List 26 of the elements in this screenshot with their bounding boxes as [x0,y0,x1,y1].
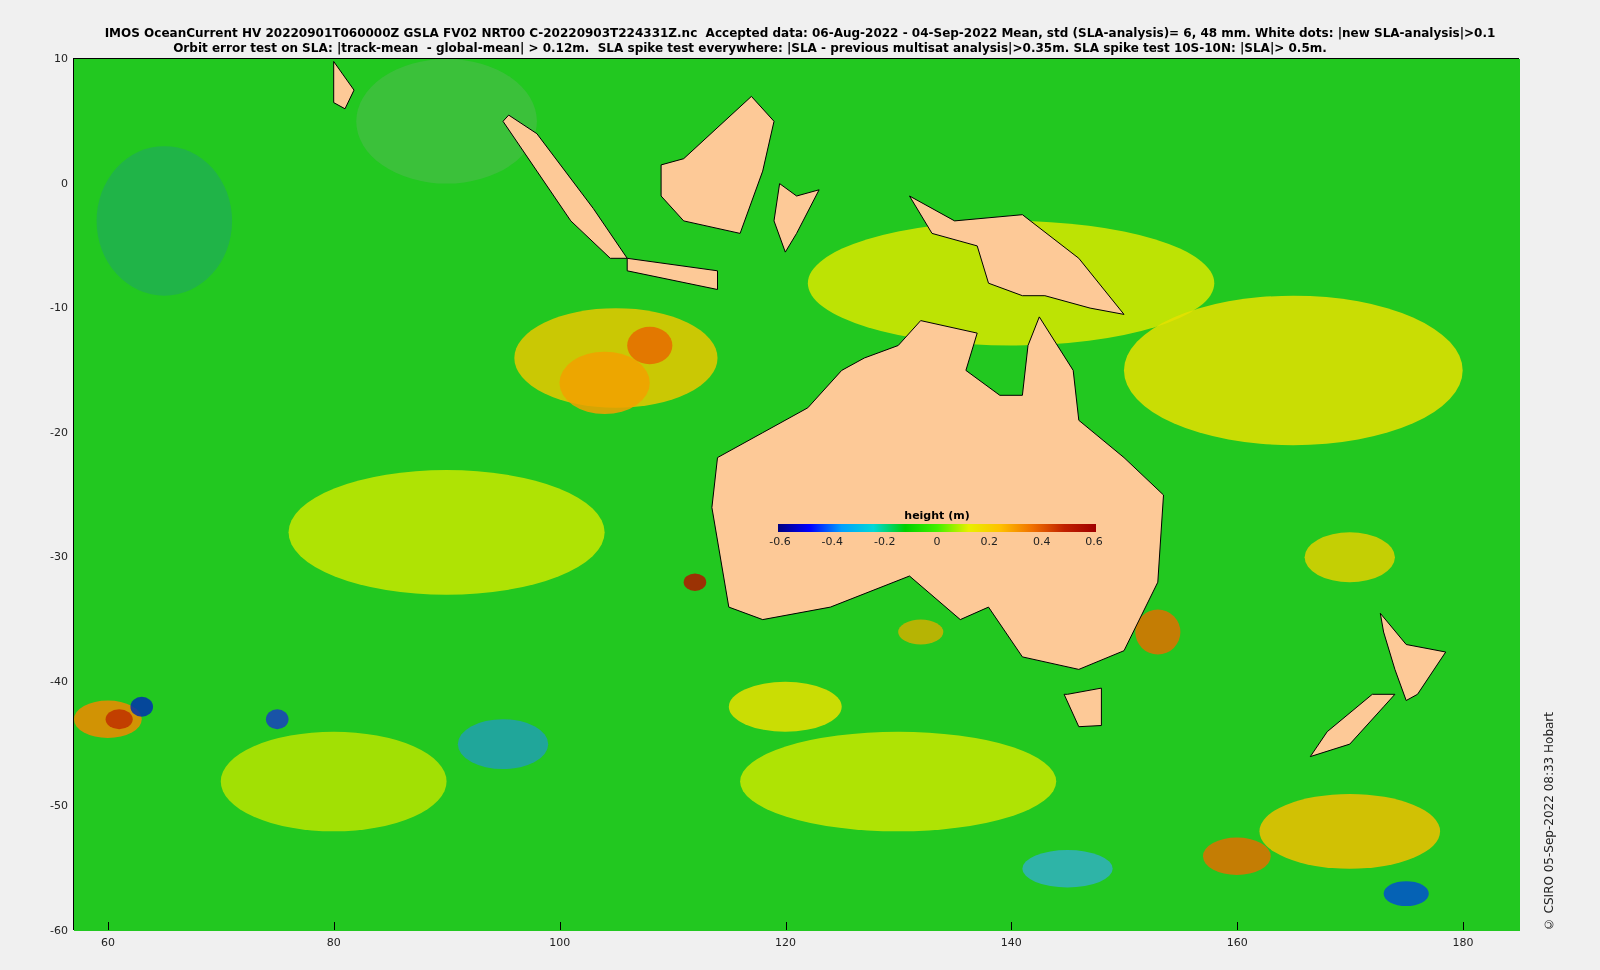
x-axis-tick-label: 80 [326,935,341,951]
y-axis-tick-label: -60 [49,922,68,939]
y-axis-tick-label: -10 [49,299,68,316]
copyright-credit: © CSIRO 05-Sep-2022 08:33 Hobart [1541,712,1557,932]
y-axis-tick-label: 0 [60,175,68,192]
x-axis-tick-label: 120 [775,935,796,951]
y-axis-tick-label: -50 [49,798,68,815]
colorbar-tick-label: 0 [933,534,941,550]
colorbar-label: height (m) [904,509,970,522]
y-axis-tick-label: -40 [49,673,68,690]
y-axis-tick-label: -30 [49,549,68,566]
x-axis-tick-label: 100 [549,935,571,951]
plot-title: Orbit error test on SLA: |track-mean - global-mean| > 0.12m. SLA spike test everywhere: |SLA - previous multisat analysis|>0.35m. SLA spike test 10S-10N: |SLA|> 0.5m. [173,41,1327,56]
colorbar-tick-label: 0.4 [1032,534,1051,550]
x-axis-tick-label: 180 [1452,935,1474,951]
x-axis-tick-label: 160 [1226,935,1248,951]
x-axis-tick-label: 60 [101,935,115,951]
colorbar-tick-label: -0.6 [769,534,791,550]
plot-title: IMOS OceanCurrent HV 20220901T060000Z GSLA FV02 NRT00 C-20220903T224331Z.nc Accepted data: 06-Aug-2022 - 04-Sep-2022 Mean, std (SLA-analysis)= 6, 48 mm. White dots: |new SLA-analysis|>0.1 [104,26,1496,41]
x-axis-tick-label: 140 [1000,935,1022,951]
colorbar-tick-label: -0.2 [873,534,896,550]
y-axis-tick-label: 10 [53,50,68,67]
y-axis-tick-label: -20 [49,424,68,441]
colorbar-tick-label: 0.2 [980,534,999,550]
colorbar-tick-label: -0.4 [821,534,844,550]
colorbar-tick-label: 0.6 [1085,534,1103,550]
